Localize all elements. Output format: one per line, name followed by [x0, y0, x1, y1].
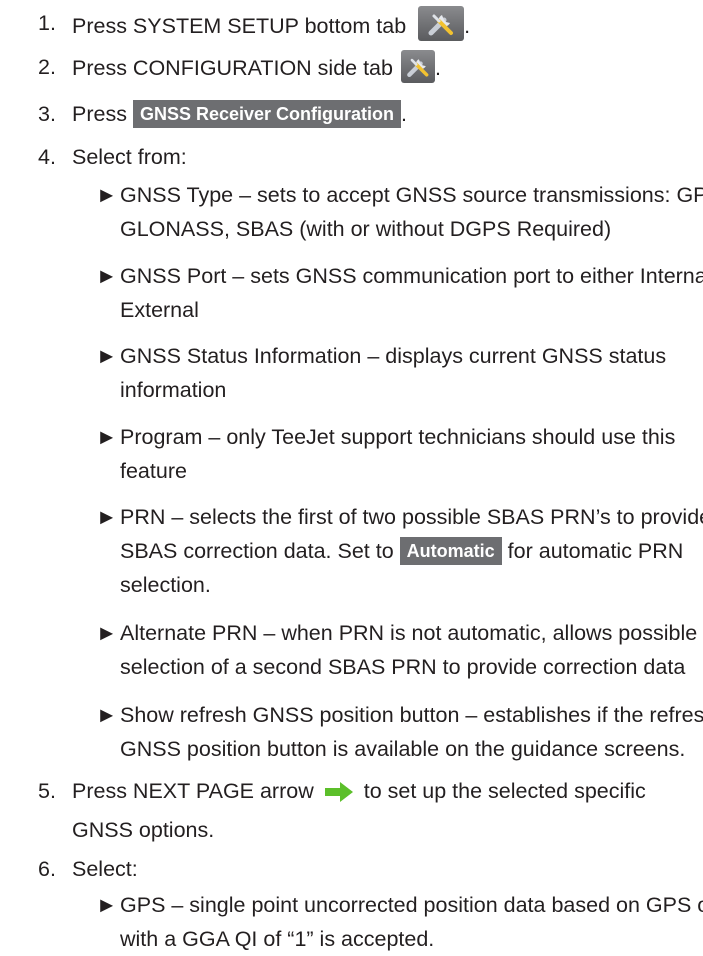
step-4: 4. Select from:	[38, 140, 187, 174]
bullet-triangle-icon: ►	[96, 893, 118, 917]
list-item-prn: ► PRN – selects the first of two possibl…	[38, 500, 703, 602]
bullet-triangle-icon: ►	[96, 344, 118, 368]
step-number: 6.	[38, 857, 56, 881]
step-3: 3. Press GNSS Receiver Configuration.	[38, 97, 407, 131]
green-arrow-right-icon	[324, 779, 354, 813]
step-number: 4.	[38, 145, 56, 169]
list-item-alternate-prn: ► Alternate PRN – when PRN is not automa…	[38, 616, 703, 684]
bullet-triangle-icon: ►	[96, 264, 118, 288]
step-number: 1.	[38, 11, 56, 35]
step-number: 3.	[38, 102, 56, 126]
list-item-gnss-status: ► GNSS Status Information – displays cur…	[38, 339, 703, 407]
gnss-receiver-configuration-button: GNSS Receiver Configuration	[132, 100, 402, 128]
list-item-text: Show refresh GNSS position button – esta…	[120, 703, 703, 761]
list-item-gnss-type: ► GNSS Type – sets to accept GNSS source…	[38, 178, 703, 246]
bullet-triangle-icon: ►	[96, 505, 118, 529]
step-1: 1. Press SYSTEM SETUP bottom tab .	[38, 6, 470, 43]
list-item-text: GNSS Type – sets to accept GNSS source t…	[120, 183, 703, 241]
list-item-text: Program – only TeeJet support technician…	[120, 425, 676, 483]
list-item-text: Alternate PRN – when PRN is not automati…	[120, 621, 698, 679]
list-item-text: GNSS Port – sets GNSS communication port…	[120, 264, 703, 322]
step-text: Press	[72, 102, 127, 126]
automatic-button: Automatic	[399, 537, 502, 565]
bullet-triangle-icon: ►	[96, 703, 118, 727]
step-text: Press SYSTEM SETUP bottom tab	[72, 14, 407, 38]
bullet-triangle-icon: ►	[96, 425, 118, 449]
wrench-screwdriver-icon	[418, 6, 465, 41]
step-2: 2. Press CONFIGURATION side tab .	[38, 50, 441, 85]
step-number: 2.	[38, 55, 56, 79]
list-item-gnss-port: ► GNSS Port – sets GNSS communication po…	[38, 259, 703, 327]
list-item-gps: ► GPS – single point uncorrected positio…	[38, 888, 703, 956]
list-item-text: GPS – single point uncorrected position …	[120, 893, 703, 951]
list-item-text: GNSS Status Information – displays curre…	[120, 344, 667, 402]
step-text: Press CONFIGURATION side tab	[72, 56, 393, 80]
list-item-refresh-gnss: ► Show refresh GNSS position button – es…	[38, 698, 703, 766]
step-5: 5. Press NEXT PAGE arrow to set up the s…	[38, 774, 692, 847]
step-6: 6. Select:	[38, 852, 138, 886]
instruction-document: 1. Press SYSTEM SETUP bottom tab . 2. Pr…	[0, 0, 703, 951]
bullet-triangle-icon: ►	[96, 621, 118, 645]
list-item-program: ► Program – only TeeJet support technici…	[38, 420, 703, 488]
step-text: Select:	[72, 857, 138, 881]
step-text: Press NEXT PAGE arrow	[72, 779, 314, 803]
wrench-screwdriver-icon	[400, 50, 435, 83]
step-number: 5.	[38, 779, 56, 803]
step-text: Select from:	[72, 145, 187, 169]
bullet-triangle-icon: ►	[96, 183, 118, 207]
